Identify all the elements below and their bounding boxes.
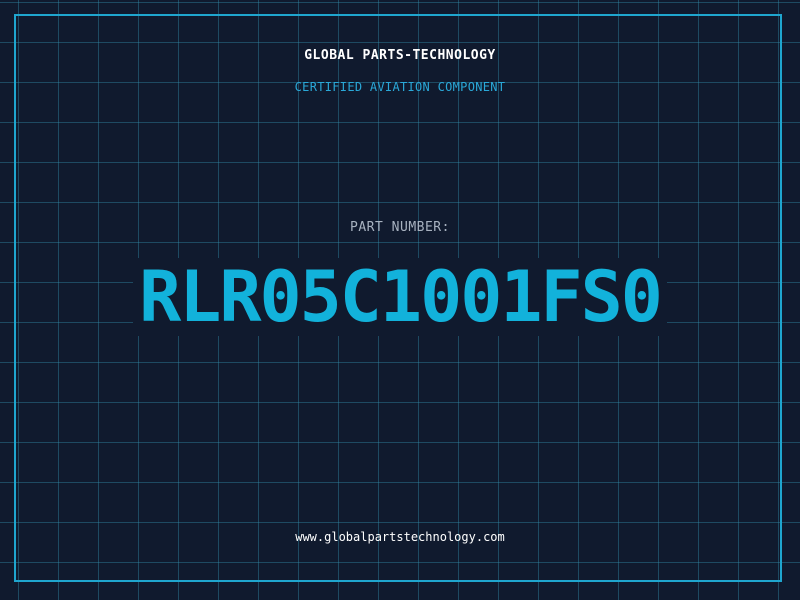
website-url[interactable]: www.globalpartstechnology.com bbox=[0, 530, 800, 544]
part-number-value: RLR05C1001FS0 bbox=[133, 258, 667, 336]
part-number-container: RLR05C1001FS0 bbox=[0, 258, 800, 336]
company-name: GLOBAL PARTS-TECHNOLOGY bbox=[304, 48, 496, 63]
certification-subtitle: CERTIFIED AVIATION COMPONENT bbox=[294, 80, 506, 94]
part-number-label: PART NUMBER: bbox=[350, 220, 450, 235]
